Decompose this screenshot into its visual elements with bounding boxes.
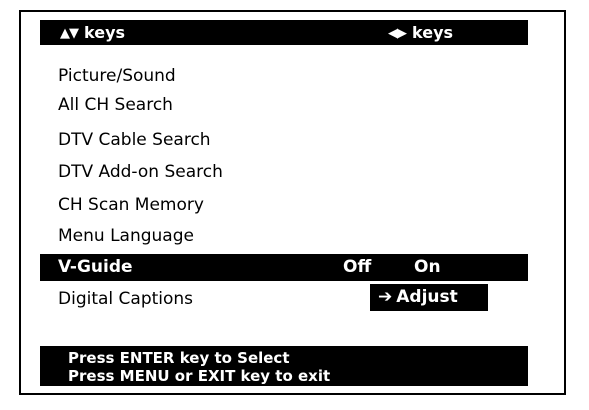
menu-item-ch-scan-memory[interactable]: CH Scan Memory: [58, 193, 204, 217]
menu-item-digital-captions[interactable]: Digital Captions: [58, 287, 193, 311]
v-guide-off-option[interactable]: Off: [343, 254, 371, 281]
right-arrow-icon: ➔: [378, 287, 393, 307]
instruction-line-2: Press MENU or EXIT key to exit: [68, 367, 331, 385]
menu-item-dtv-cable-search[interactable]: DTV Cable Search: [58, 128, 211, 152]
v-guide-on-option[interactable]: On: [414, 254, 441, 281]
menu-item-v-guide[interactable]: V-Guide Off On: [40, 254, 528, 281]
up-down-arrows-icon: ▲▼: [60, 26, 79, 41]
key-hint-bar: ▲▼ keys ◀▶ keys: [40, 20, 528, 45]
left-right-keys-label: keys: [412, 23, 454, 42]
adjust-button[interactable]: ➔ Adjust: [370, 284, 488, 311]
up-down-keys-label: keys: [84, 23, 126, 42]
left-right-arrows-icon: ◀▶: [388, 26, 407, 41]
adjust-label: Adjust: [396, 287, 458, 307]
menu-item-picture-sound[interactable]: Picture/Sound: [58, 64, 176, 88]
instruction-bar: Press ENTER key to Select Press MENU or …: [40, 346, 528, 386]
menu-item-menu-language[interactable]: Menu Language: [58, 224, 194, 248]
instruction-line-1: Press ENTER key to Select: [68, 349, 290, 367]
up-down-keys-hint: ▲▼ keys: [60, 23, 125, 42]
menu-item-dtv-add-on-search[interactable]: DTV Add-on Search: [58, 160, 223, 184]
left-right-keys-hint: ◀▶ keys: [388, 23, 453, 42]
v-guide-label: V-Guide: [58, 257, 133, 277]
menu-item-all-ch-search[interactable]: All CH Search: [58, 93, 173, 117]
